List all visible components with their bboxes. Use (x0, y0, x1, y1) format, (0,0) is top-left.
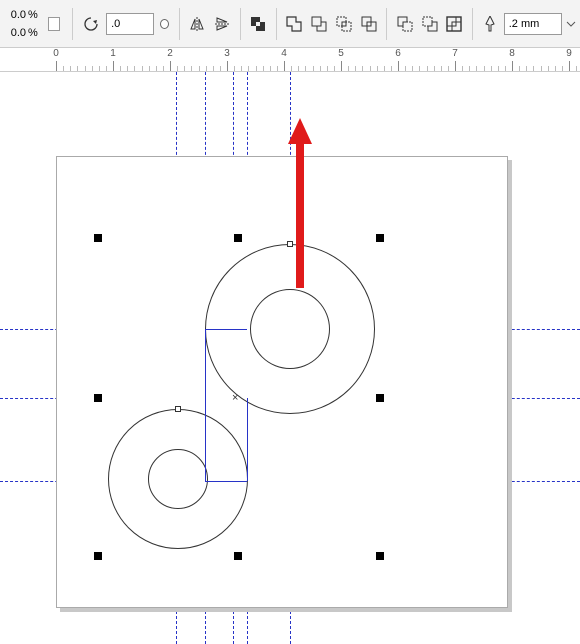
property-toolbar: 0.0 % 0.0 % (0, 0, 580, 48)
simplify-button[interactable] (357, 11, 380, 37)
ruler-label: 7 (452, 48, 458, 59)
selection-handle[interactable] (234, 552, 242, 560)
large-circle-inner[interactable] (250, 289, 330, 369)
ruler-label: 2 (167, 48, 173, 59)
selection-handle[interactable] (94, 552, 102, 560)
percent-label: % (28, 27, 38, 39)
lock-ratio-checkbox[interactable] (48, 17, 60, 31)
selection-edge (247, 398, 248, 481)
position-readout: 0.0 % 0.0 % (2, 4, 40, 44)
outline-pen-icon[interactable] (479, 11, 502, 37)
small-circle-inner[interactable] (148, 449, 208, 509)
back-minus-front-button[interactable] (418, 11, 441, 37)
ruler-label: 0 (53, 48, 59, 59)
ruler-label: 4 (281, 48, 287, 59)
stroke-width-input[interactable] (504, 13, 562, 35)
separator (386, 8, 387, 40)
dropdown-arrow-icon[interactable] (564, 11, 578, 37)
ruler-label: 5 (338, 48, 344, 59)
boundary-button[interactable] (443, 11, 466, 37)
combine-button[interactable] (247, 11, 270, 37)
separator (472, 8, 473, 40)
ruler-label: 8 (509, 48, 515, 59)
selection-handle[interactable] (94, 234, 102, 242)
selection-edge (205, 481, 247, 482)
rotation-input[interactable] (106, 13, 154, 35)
coord-x: 0.0 (4, 9, 26, 21)
selection-handle[interactable] (376, 394, 384, 402)
intersect-button[interactable] (332, 11, 355, 37)
ruler-label: 3 (224, 48, 230, 59)
mirror-horizontal-button[interactable] (186, 11, 209, 37)
node-anchor[interactable] (175, 406, 181, 412)
percent-label: % (28, 9, 38, 21)
separator (179, 8, 180, 40)
selection-center-icon: × (232, 392, 242, 402)
node-anchor[interactable] (287, 241, 293, 247)
selection-edge (205, 329, 206, 481)
separator (276, 8, 277, 40)
mirror-vertical-button[interactable] (211, 11, 234, 37)
front-minus-back-button[interactable] (393, 11, 416, 37)
coord-y: 0.0 (4, 27, 26, 39)
rotate-icon[interactable] (79, 11, 102, 37)
ruler-label: 9 (566, 48, 572, 59)
weld-button[interactable] (282, 11, 305, 37)
ruler-label: 6 (395, 48, 401, 59)
horizontal-ruler: 0 1 2 3 4 5 6 7 8 9 (0, 48, 580, 72)
trim-button[interactable] (307, 11, 330, 37)
selection-handle[interactable] (376, 552, 384, 560)
separator (240, 8, 241, 40)
separator (72, 8, 73, 40)
option-radio[interactable] (160, 19, 169, 29)
ruler-label: 1 (110, 48, 116, 59)
selection-handle[interactable] (376, 234, 384, 242)
selection-handle[interactable] (94, 394, 102, 402)
selection-handle[interactable] (234, 234, 242, 242)
selection-edge (205, 329, 247, 330)
drawing-canvas[interactable]: × (0, 72, 580, 644)
